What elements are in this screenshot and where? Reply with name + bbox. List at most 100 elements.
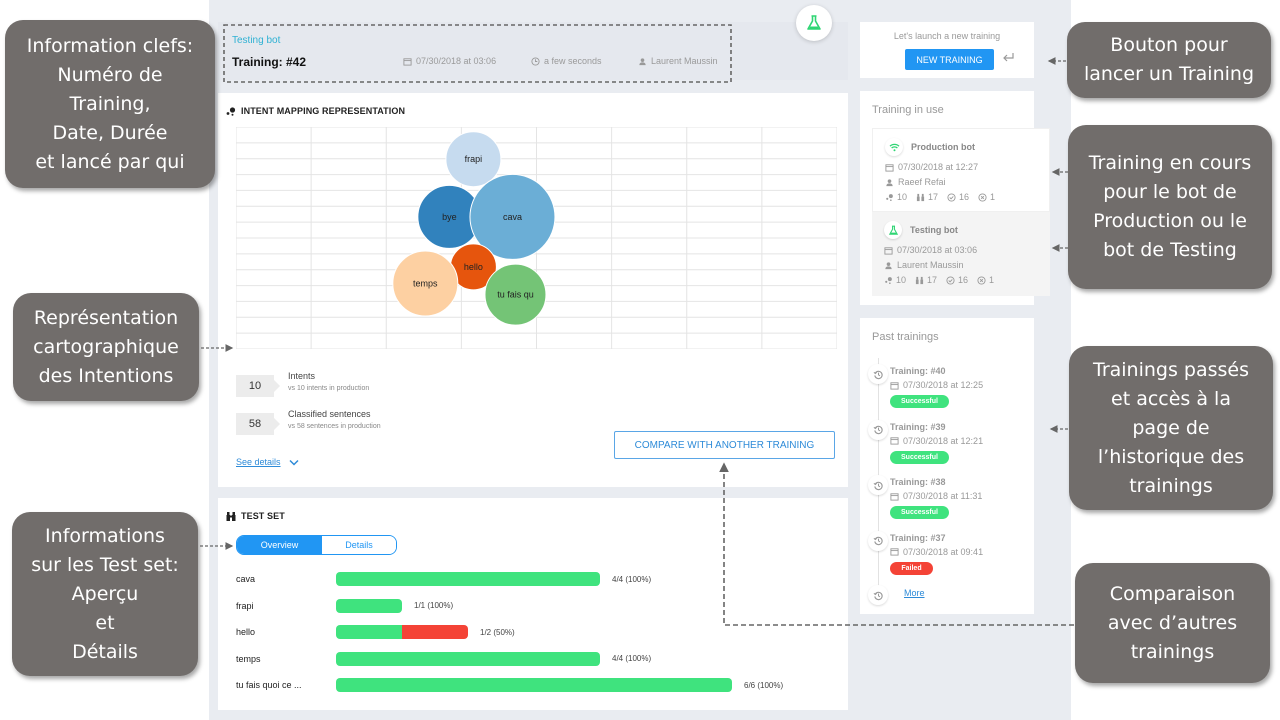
wifi-icon bbox=[889, 143, 899, 151]
testing-bot-failures: 1 bbox=[989, 275, 995, 285]
stat-sentences-sub: vs 58 sentences in production bbox=[288, 423, 381, 430]
past-training-title[interactable]: Training: #40 bbox=[890, 366, 946, 376]
past-training-date-text: 07/30/2018 at 11:31 bbox=[903, 491, 983, 501]
compare-training-button[interactable]: COMPARE WITH ANOTHER TRAINING bbox=[614, 431, 835, 459]
testing-bot-date: 07/30/2018 at 03:06 bbox=[897, 245, 978, 255]
training-user-text: Laurent Maussin bbox=[651, 56, 718, 66]
test-set-bar-value: 6/6 (100%) bbox=[744, 680, 784, 690]
intent-mapping-title-text: INTENT MAPPING REPRESENTATION bbox=[241, 106, 406, 116]
testing-bot-user: Laurent Maussin bbox=[897, 260, 964, 270]
history-icon bbox=[873, 591, 883, 600]
annotation-past: Trainings passés et accès à la page de l… bbox=[1069, 346, 1273, 510]
x-circle-icon bbox=[978, 192, 987, 202]
status-badge: Successful bbox=[890, 506, 949, 519]
training-duration-text: a few seconds bbox=[544, 56, 602, 66]
training-date: 07/30/2018 at 03:06 bbox=[403, 56, 496, 66]
bar-correct-segment bbox=[336, 625, 402, 639]
past-training-date-text: 07/30/2018 at 09:41 bbox=[903, 546, 984, 557]
past-training-date: 07/30/2018 at 09:41 bbox=[890, 547, 983, 557]
production-bot-name: Production bot bbox=[911, 142, 975, 152]
production-bot-failures: 1 bbox=[990, 192, 996, 202]
production-bot-successes: 16 bbox=[959, 192, 970, 202]
test-set-row-label: temps bbox=[236, 653, 261, 664]
check-circle-icon bbox=[947, 192, 956, 202]
bar-correct-segment bbox=[336, 678, 732, 692]
past-training-title[interactable]: Training: #38 bbox=[890, 477, 946, 487]
bubbles-icon bbox=[886, 193, 893, 201]
intent-bubble-label: temps bbox=[413, 279, 438, 289]
test-set-bar-value: 1/1 (100%) bbox=[414, 601, 454, 610]
annotation-test-set: Informations sur les Test set: Aperçu et… bbox=[12, 512, 198, 676]
intent-mapping-card: INTENT MAPPING REPRESENTATION frapi bye ca… bbox=[218, 93, 848, 487]
production-bot-item[interactable]: Production bot 07/30/2018 at 12:27 Raeef… bbox=[872, 128, 1050, 212]
annotation-key-info: Information clefs: Numéro de Training, D… bbox=[5, 20, 215, 188]
past-training-date-text: 07/30/2018 at 12:21 bbox=[903, 435, 984, 446]
past-training-title[interactable]: Training: #37 bbox=[890, 533, 946, 543]
bar-correct-segment bbox=[336, 598, 402, 613]
check-circle-icon bbox=[946, 275, 955, 285]
stat-intents-value: 10 bbox=[236, 375, 280, 397]
user-icon bbox=[886, 178, 893, 186]
testing-bot-name: Testing bot bbox=[910, 225, 958, 235]
production-bot-user: Raeef Refai bbox=[898, 177, 946, 187]
test-set-row-label: frapi bbox=[236, 600, 254, 611]
see-details-text[interactable]: See details bbox=[236, 457, 281, 467]
past-training-date: 07/30/2018 at 11:31 bbox=[890, 491, 982, 501]
stat-intents: 10 Intents vs 10 intents in production bbox=[236, 371, 370, 397]
production-bot-sentences: 17 bbox=[928, 192, 939, 202]
test-set-bar-value: 4/4 (100%) bbox=[612, 654, 652, 663]
test-set-bar bbox=[336, 625, 468, 639]
test-set-row-label: cava bbox=[236, 574, 256, 584]
calendar-icon bbox=[890, 548, 899, 556]
training-number: Training: #42 bbox=[232, 55, 307, 69]
test-set-bar-value: 4/4 (100%) bbox=[612, 574, 652, 584]
past-training-date-text: 07/30/2018 at 12:25 bbox=[903, 380, 984, 390]
history-icon bbox=[873, 481, 883, 490]
more-trainings-link[interactable]: More bbox=[904, 588, 925, 598]
test-set-bar bbox=[336, 651, 600, 666]
x-circle-icon bbox=[977, 275, 986, 285]
intent-mapping-title: INTENT MAPPING REPRESENTATION bbox=[226, 106, 405, 116]
enter-key-icon bbox=[1003, 53, 1014, 62]
see-details-link[interactable]: See details bbox=[236, 457, 299, 467]
testing-bot-intents: 10 bbox=[896, 275, 907, 285]
annotation-in-use: Training en cours pour le bot de Product… bbox=[1068, 125, 1272, 289]
testing-bot-item[interactable]: Testing bot 07/30/2018 at 03:06 Laurent … bbox=[872, 212, 1050, 296]
test-set-row-label: hello bbox=[236, 627, 256, 637]
bot-name[interactable]: Testing bot bbox=[232, 35, 280, 46]
testing-flask-badge bbox=[796, 5, 832, 41]
chevron-down-icon[interactable] bbox=[289, 459, 299, 466]
tab-details[interactable]: Details bbox=[322, 536, 396, 554]
calendar-icon bbox=[403, 57, 412, 66]
bar-correct-segment bbox=[336, 572, 600, 586]
launch-training-card: Let's launch a new training NEW TRAINING bbox=[860, 22, 1034, 78]
bar-incorrect-segment bbox=[402, 625, 468, 639]
new-training-button[interactable]: NEW TRAINING bbox=[905, 49, 994, 70]
status-badge: Failed bbox=[890, 561, 933, 575]
stat-intents-label: Intents bbox=[288, 371, 316, 381]
user-icon bbox=[885, 261, 892, 269]
test-set-bar bbox=[336, 598, 402, 613]
past-training-title[interactable]: Training: #39 bbox=[890, 422, 946, 432]
past-trainings-card: Past trainings Training: #40 07/30/2018 a… bbox=[860, 318, 1034, 614]
annotation-launch: Bouton pour lancer un Training bbox=[1067, 22, 1271, 98]
tab-overview[interactable]: Overview bbox=[237, 536, 322, 554]
annotation-compare: Comparaison avec d’autres trainings bbox=[1075, 563, 1270, 683]
stat-sentences-value: 58 bbox=[236, 413, 280, 435]
binoculars-icon bbox=[915, 276, 924, 284]
training-user: Laurent Maussin bbox=[638, 56, 718, 66]
history-icon bbox=[873, 536, 883, 546]
test-set-card: TEST SET Overview Details cava 4/4 (100%)… bbox=[218, 498, 848, 710]
history-icon bbox=[873, 425, 883, 435]
binoculars-icon bbox=[916, 193, 925, 201]
intent-bubble-chart: frapi bye cava hello temps tu fais qu bbox=[236, 127, 837, 349]
testing-bot-sentences: 17 bbox=[927, 275, 938, 285]
training-in-use-card: Training in use Production bot 07/30/201… bbox=[860, 91, 1050, 305]
annotation-intent-map: Représentation cartographique des Intent… bbox=[13, 293, 199, 401]
launch-hint: Let's launch a new training bbox=[893, 31, 1001, 41]
binoculars-icon bbox=[226, 511, 236, 521]
calendar-icon bbox=[890, 381, 899, 390]
intent-bubble-label: bye bbox=[442, 212, 457, 222]
test-set-view-toggle[interactable]: Overview Details bbox=[236, 535, 397, 555]
stat-intents-sub: vs 10 intents in production bbox=[288, 385, 370, 392]
